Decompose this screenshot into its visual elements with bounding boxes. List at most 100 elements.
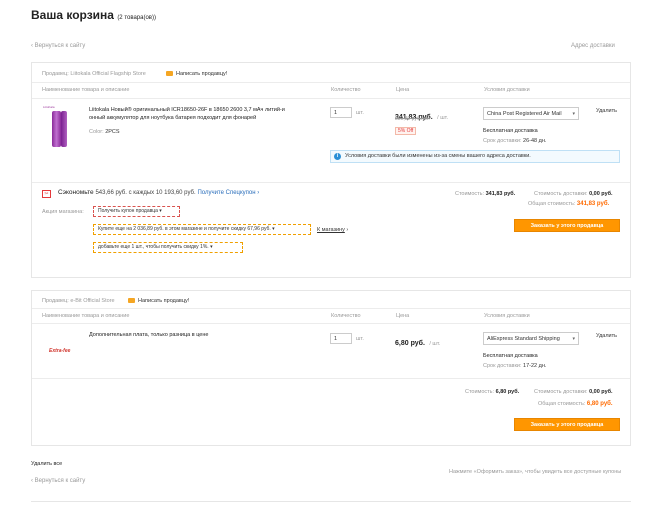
chevron-down-icon: ▾: [210, 244, 213, 250]
product-name-2[interactable]: Дополнительная плата, только разница в ц…: [89, 332, 208, 338]
get-coupon-link[interactable]: Получите Спецкупон ›: [197, 190, 259, 196]
subtotal-1: Стоимость: 341,83 руб.: [455, 191, 515, 197]
get-seller-coupon[interactable]: Получить купон продавца ▾: [93, 206, 180, 217]
quantity-unit: шт.: [356, 336, 364, 342]
shipping-method: China Post Registered Air Mail: [487, 111, 562, 117]
total-label: Общая стоимость:: [528, 201, 576, 207]
seller-label: Продавец:: [42, 71, 69, 77]
total-1: Общая стоимость: 341,83 руб.: [528, 201, 609, 207]
seller-2-header: Продавец: e-Bit Official Store: [42, 298, 115, 304]
cost-label: Стоимость:: [455, 191, 485, 197]
page-title: Ваша корзина (2 товара(ов)): [31, 8, 156, 22]
col-shipping: Условия доставки: [484, 87, 530, 93]
message-icon: [128, 298, 135, 304]
total-2: Общая стоимость: 6,80 руб.: [538, 401, 613, 407]
ship-cost-label: Стоимость доставки:: [534, 389, 588, 395]
price-value: 6,80 руб.: [395, 340, 425, 347]
promo-2-text: Купите еще на 2 036,89 руб. в этом магаз…: [98, 226, 271, 232]
store-discount-promo[interactable]: Купите еще на 2 036,89 руб. в этом магаз…: [93, 224, 311, 235]
delete-item-2[interactable]: Удалить: [596, 333, 617, 339]
chevron-down-icon: ▾: [572, 336, 575, 342]
item-count: (2 товара(ов)): [117, 15, 156, 21]
delete-item-1[interactable]: Удалить: [596, 108, 617, 114]
seller-2-name[interactable]: e-Bit Official Store: [70, 298, 114, 304]
discount-badge-1: 5% Off: [395, 127, 417, 135]
page-title-text: Ваша корзина: [31, 8, 114, 22]
shipping-cost-1: Стоимость доставки: 0,00 руб.: [534, 191, 613, 197]
quantity-input-1[interactable]: 1: [330, 107, 352, 118]
color-value: 2PCS: [105, 129, 120, 135]
chevron-down-icon: ▾: [572, 111, 575, 117]
product-image-1[interactable]: LiitoKala: [41, 105, 73, 149]
delivery-time: 26-48 дн.: [523, 138, 547, 144]
price-unit: / шт.: [437, 115, 449, 121]
shipping-method: AliExpress Standard Shipping: [487, 336, 560, 342]
subtotal-2: Стоимость: 6,80 руб.: [465, 389, 519, 395]
delivery-label: Срок доставки:: [483, 363, 522, 369]
divider: [32, 378, 630, 379]
chevron-down-icon: ▾: [159, 208, 162, 214]
free-shipping-1: Бесплатная доставка: [483, 128, 538, 134]
quantity-discount-promo[interactable]: добавьте еще 1 шт., чтобы получить скидк…: [93, 242, 243, 253]
promo-3-text: добавьте еще 1 шт., чтобы получить скидк…: [98, 244, 209, 250]
col-quantity: Количество: [331, 313, 361, 319]
order-from-seller-1-button[interactable]: Заказать у этого продавца: [514, 219, 620, 232]
shipping-select-2[interactable]: AliExpress Standard Shipping ▾: [483, 332, 579, 345]
shipping-notice: i Условия доставки были изменены из-за с…: [330, 150, 620, 163]
delivery-time: 17-22 дн.: [523, 363, 547, 369]
coupon-icon: ✂: [42, 190, 51, 198]
order-from-seller-2-button[interactable]: Заказать у этого продавца: [514, 418, 620, 431]
message-seller-1-label: Написать продавцу!: [176, 71, 228, 77]
old-price-1: 359,82 руб./шт.: [395, 116, 430, 122]
delivery-address-link[interactable]: Адрес доставки: [571, 43, 615, 49]
free-shipping-2: Бесплатная доставка: [483, 353, 538, 359]
cost-value: 6,80 руб.: [495, 389, 520, 395]
cost-label: Стоимость:: [465, 389, 495, 395]
message-seller-1[interactable]: Написать продавцу!: [166, 71, 227, 77]
ship-cost-value: 0,00 руб.: [589, 389, 613, 395]
divider: [32, 308, 630, 309]
product-name-1[interactable]: Liitokala Новый® оригинальный ICR18650-2…: [89, 106, 285, 122]
seller-1-header: Продавец: Liitokala Official Flagship St…: [42, 71, 146, 77]
message-icon: [166, 71, 173, 77]
to-store-link[interactable]: К магазину ›: [317, 227, 348, 233]
divider: [31, 501, 631, 502]
ship-cost-value: 0,00 руб.: [589, 191, 613, 197]
seller-1-name[interactable]: Liitokala Official Flagship Store: [70, 71, 145, 77]
to-store-link-label: К магазину: [317, 227, 345, 233]
divider: [32, 82, 630, 83]
coupon-offer: Сэкономьте 543,66 руб. с каждых 10 193,6…: [58, 189, 259, 196]
product-color-1: Color: 2PCS: [89, 129, 120, 135]
coupon-amount: 543,66 руб. с каждых 10 193,60 руб.: [95, 190, 196, 196]
product-image-2[interactable]: Extra-fee: [49, 348, 70, 354]
product-name-1-line-2: онный аккумулятор для ноутбука батарея п…: [89, 115, 257, 121]
message-seller-2[interactable]: Написать продавцу!: [128, 298, 189, 304]
col-shipping: Условия доставки: [484, 313, 530, 319]
col-price: Цена: [396, 87, 410, 93]
promo-label: Акция магазина:: [42, 209, 84, 215]
divider: [32, 323, 630, 324]
color-label: Color:: [89, 129, 104, 135]
message-seller-2-label: Написать продавцу!: [138, 298, 190, 304]
shipping-select-1[interactable]: China Post Registered Air Mail ▾: [483, 107, 579, 120]
quantity-input-2[interactable]: 1: [330, 333, 352, 344]
ship-cost-label: Стоимость доставки:: [534, 191, 588, 197]
total-value: 341,83 руб.: [576, 201, 610, 207]
battery-icon: [52, 111, 61, 147]
delivery-time-1: Срок доставки: 26-48 дн.: [483, 138, 546, 144]
price-unit: / шт.: [429, 341, 441, 347]
cost-value: 341,83 руб.: [485, 191, 516, 197]
shipping-cost-2: Стоимость доставки: 0,00 руб.: [534, 389, 613, 395]
battery-icon: [61, 111, 67, 147]
price-2: 6,80 руб. / шт.: [395, 332, 440, 350]
info-icon: i: [334, 153, 341, 160]
product-name-1-line-1: Liitokala Новый® оригинальный ICR18650-2…: [89, 107, 285, 113]
delivery-label: Срок доставки:: [483, 138, 522, 144]
back-to-site-link-bottom[interactable]: ‹ Вернуться к сайту: [31, 478, 85, 484]
total-value: 6,80 руб.: [586, 401, 613, 407]
back-to-site-link[interactable]: ‹ Вернуться к сайту: [31, 43, 85, 49]
seller-label: Продавец:: [42, 298, 69, 304]
quantity-unit: шт.: [356, 110, 364, 116]
delete-all-link[interactable]: Удалить все: [31, 461, 62, 467]
col-product: Наименование товара и описание: [42, 313, 130, 319]
